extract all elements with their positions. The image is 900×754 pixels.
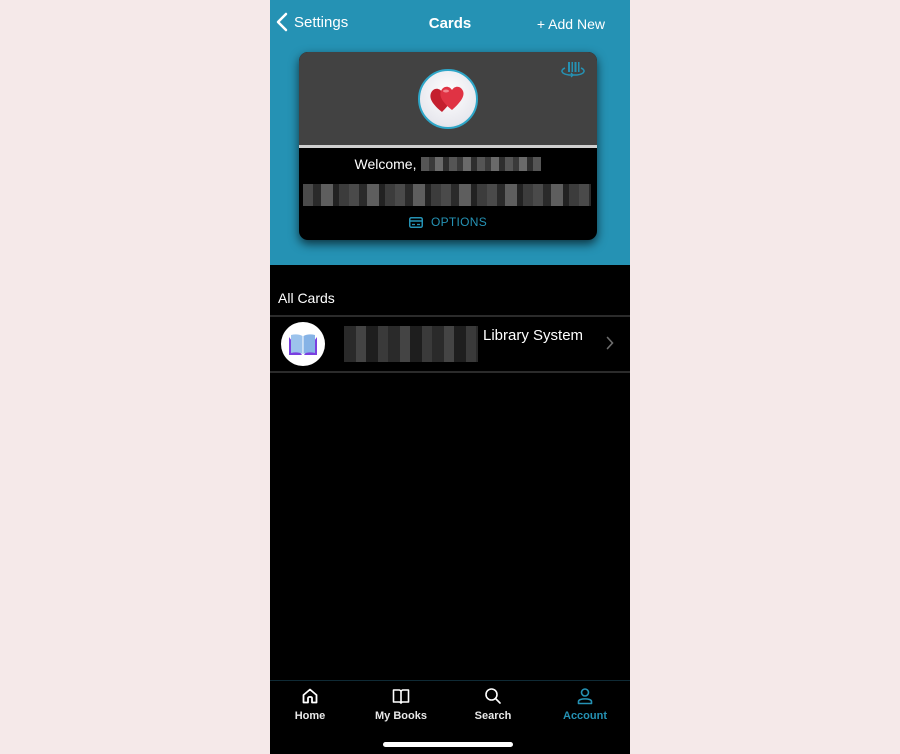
- tab-my-books[interactable]: My Books: [356, 687, 446, 722]
- back-label: Settings: [294, 13, 349, 31]
- home-indicator[interactable]: [383, 742, 513, 747]
- options-button[interactable]: OPTIONS: [299, 215, 597, 229]
- card-header: [299, 52, 597, 148]
- tab-my-books-label: My Books: [375, 710, 427, 722]
- home-icon: [302, 688, 318, 704]
- barcode-rotate-icon[interactable]: [559, 60, 587, 78]
- tab-account-label: Account: [563, 710, 607, 722]
- tab-home[interactable]: Home: [270, 687, 355, 722]
- phone-screen: Settings Cards + Add New Welcome, OPTION…: [270, 0, 630, 754]
- header-area: Settings Cards + Add New Welcome, OPTION…: [270, 0, 630, 265]
- tab-home-label: Home: [294, 710, 326, 722]
- back-button[interactable]: Settings: [276, 12, 348, 32]
- tab-search-label: Search: [474, 710, 512, 722]
- user-icon: [577, 688, 593, 705]
- chevron-left-icon: [276, 12, 288, 32]
- redacted-card-number: [303, 184, 591, 206]
- book-open-icon: [392, 689, 410, 704]
- welcome-label: Welcome,: [354, 156, 417, 172]
- welcome-message: Welcome,: [299, 156, 597, 172]
- card-logo: [418, 69, 478, 129]
- book-icon: [289, 334, 317, 355]
- library-card[interactable]: Welcome, OPTIONS: [299, 52, 597, 240]
- all-cards-heading: All Cards: [278, 290, 335, 306]
- search-icon: [485, 688, 501, 704]
- divider: [270, 371, 630, 373]
- library-logo: [281, 322, 325, 366]
- library-name: Library System: [483, 327, 584, 344]
- tab-account[interactable]: Account: [540, 687, 630, 722]
- navigation-bar: Settings Cards + Add New: [270, 0, 630, 48]
- options-label: OPTIONS: [430, 215, 488, 229]
- hearts-icon: [430, 86, 464, 112]
- tab-search[interactable]: Search: [448, 687, 538, 722]
- redacted-card-id: [344, 326, 478, 362]
- card-list-item[interactable]: Library System: [270, 317, 630, 371]
- redacted-user-name: [421, 157, 542, 171]
- chevron-right-icon: [606, 336, 614, 350]
- credit-card-icon: [408, 216, 423, 228]
- add-new-button[interactable]: + Add New: [537, 16, 605, 32]
